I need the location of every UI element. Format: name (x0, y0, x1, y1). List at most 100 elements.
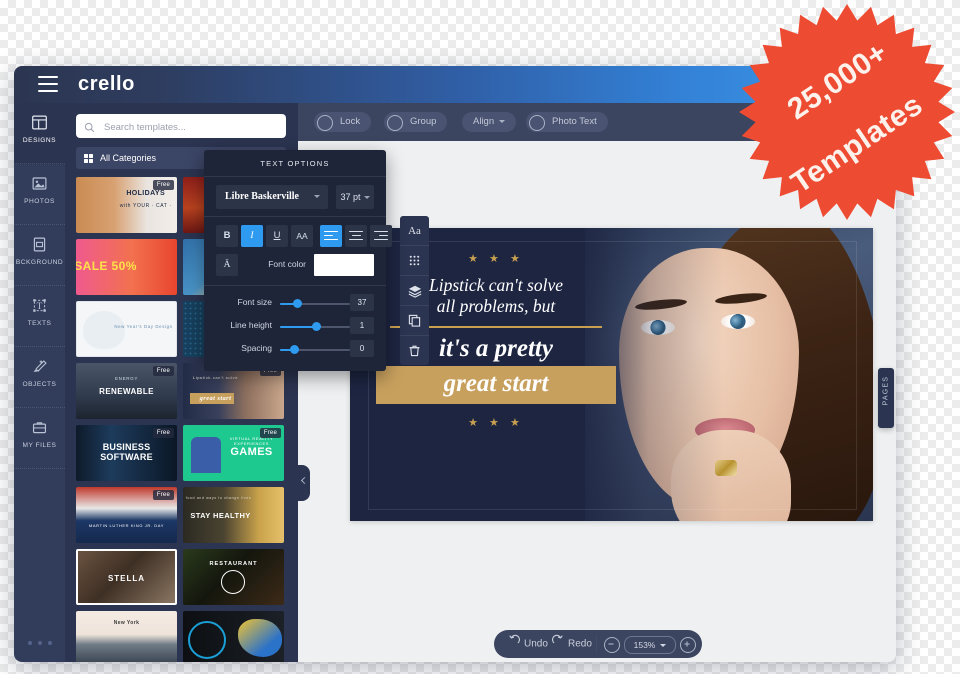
undo-label: Undo (524, 638, 548, 650)
sidebar-item-photos[interactable]: PHOTOS (14, 164, 65, 225)
line-height-slider-track[interactable] (280, 322, 350, 331)
sidebar-item-designs[interactable]: DESIGNS (14, 103, 65, 164)
spacing-slider-track[interactable] (280, 345, 350, 354)
template-thumb[interactable]: MARTIN LUTHER KING JR. DAY Free (76, 487, 177, 543)
lock-button[interactable]: Lock (314, 112, 372, 132)
sidebar-label-photos: PHOTOS (24, 198, 55, 205)
pages-tab[interactable]: PAGES (878, 368, 894, 428)
badge-text: 25,000+ Templates (736, 2, 958, 222)
line-height-slider-knob[interactable] (312, 322, 322, 331)
spacing-slider-knob[interactable] (289, 345, 299, 354)
bold-button[interactable]: B (216, 225, 238, 247)
template-thumb[interactable]: SALE 50% (76, 239, 177, 295)
template-thumb[interactable]: New Year's Day Design (76, 301, 177, 357)
template-thumb[interactable] (183, 611, 284, 662)
templates-count-badge: 25,000+ Templates (736, 2, 958, 222)
thumb-art (83, 311, 125, 349)
hamburger-icon[interactable] (38, 76, 58, 92)
redo-label: Redo (568, 638, 592, 650)
thumb-title: HOLIDAYS (126, 190, 166, 197)
align-dropdown[interactable]: Align (462, 112, 517, 132)
font-size-slider-knob[interactable] (292, 299, 302, 308)
brand-logo[interactable]: crello (78, 73, 135, 96)
rail-more-dots[interactable] (14, 632, 65, 650)
template-thumb[interactable]: food and ways to change lives STAY HEALT… (183, 487, 284, 543)
sidebar-label-texts: TEXTS (27, 320, 52, 327)
font-color-label: Font color (268, 259, 306, 269)
template-thumb[interactable]: BUSINESS SOFTWARE Free (76, 425, 177, 481)
chevron-down-icon (363, 196, 370, 200)
redo-button[interactable]: Redo (551, 630, 592, 658)
thumb-title: New York (113, 620, 140, 626)
template-thumb[interactable]: New York (76, 611, 177, 662)
font-row: Libre Baskerville 37 pt (216, 185, 374, 209)
font-size-slider-track[interactable] (280, 299, 350, 308)
photo-text-icon (529, 115, 545, 131)
text-options-panel: TEXT OPTIONS Libre Baskerville 37 pt B I… (204, 150, 392, 371)
text-aa-icon[interactable]: Aa (400, 216, 429, 246)
line-height-slider-value: 1 (350, 317, 374, 334)
spacing-slider-label: Spacing (241, 343, 272, 353)
undo-arrow-icon (508, 630, 521, 658)
photo-text-label: Photo Text (552, 116, 597, 127)
sidebar-item-objects[interactable]: OBJECTS (14, 347, 65, 408)
transparency-dots-icon[interactable] (400, 246, 429, 276)
thumb-title: STELLA (107, 574, 146, 583)
align-center-button[interactable] (345, 225, 367, 247)
format-buttons-row: B I U AA (216, 225, 392, 247)
trash-icon[interactable] (400, 336, 429, 365)
italic-button[interactable]: I (241, 225, 263, 247)
sidebar-item-texts[interactable]: T TEXTS (14, 286, 65, 347)
chevron-down-icon (314, 195, 320, 198)
panel-collapse-toggle[interactable] (298, 465, 310, 501)
template-thumb[interactable]: HOLIDAYS with YOUR · CAT · Free (76, 177, 177, 233)
duplicate-icon[interactable] (400, 306, 429, 336)
letter-case-button[interactable]: Ä (216, 254, 238, 276)
search-box[interactable] (76, 114, 286, 140)
template-thumb[interactable]: RESTAURANT (183, 549, 284, 605)
layout-icon (14, 111, 65, 133)
caps-button[interactable]: AA (291, 225, 313, 247)
thumb-emblem (221, 570, 245, 594)
zoom-in-icon[interactable] (680, 637, 696, 653)
thumb-title: RESTAURANT (209, 561, 258, 567)
undo-button[interactable]: Undo (508, 630, 548, 658)
align-left-button[interactable] (320, 225, 342, 247)
thumb-title: BUSINESS SOFTWARE (100, 442, 153, 462)
divider (204, 176, 386, 177)
font-color-swatch[interactable] (314, 254, 374, 276)
chevron-down-icon (499, 119, 506, 123)
thumb-art (191, 437, 221, 473)
underline-button[interactable]: U (266, 225, 288, 247)
bottom-control-bar: Undo Redo 153% (494, 630, 702, 658)
zoom-level-dropdown[interactable]: 153% (624, 636, 676, 654)
thumb-subtitle: food and ways to change lives (185, 496, 252, 500)
font-size-dropdown[interactable]: 37 pt (336, 185, 374, 209)
stars-bottom: ★ ★ ★ (468, 416, 524, 429)
photo-text-button[interactable]: Photo Text (526, 112, 608, 132)
text-options-title: TEXT OPTIONS (260, 159, 330, 168)
lock-label: Lock (340, 116, 361, 127)
thumb-subtitle: MARTIN LUTHER KING JR. DAY (88, 523, 164, 528)
pen-sparkle-icon (14, 355, 65, 377)
thumb-emblem (188, 621, 226, 659)
template-thumb[interactable]: ENERGY RENEWABLE Free (76, 363, 177, 419)
all-categories-label: All Categories (100, 153, 157, 163)
font-family-dropdown[interactable]: Libre Baskerville (216, 185, 328, 209)
template-thumb[interactable]: Lipstick can't solve great start Free (183, 363, 284, 419)
sidebar-item-bckground[interactable]: BCKGROUND (14, 225, 65, 286)
search-input[interactable] (102, 114, 284, 140)
align-right-button[interactable] (370, 225, 392, 247)
sidebar-item-my-files[interactable]: MY FILES (14, 408, 65, 469)
text-aa-label: Aa (408, 224, 421, 237)
free-badge: Free (152, 366, 174, 376)
group-button[interactable]: Group (384, 112, 448, 132)
template-thumb[interactable]: STELLA (76, 549, 177, 605)
free-badge: Free (259, 428, 281, 438)
zoom-out-icon[interactable] (604, 637, 620, 653)
thumb-title: RENEWABLE (99, 387, 154, 396)
divider (204, 216, 386, 217)
thumb-title: great start (199, 395, 232, 402)
layers-icon[interactable] (400, 276, 429, 306)
template-thumb[interactable]: VIRTUAL REALITY EXPERIENCES GAMES Free (183, 425, 284, 481)
